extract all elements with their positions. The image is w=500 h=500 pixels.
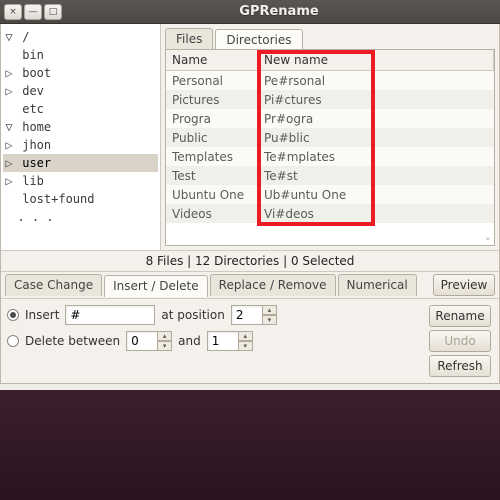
tree-item[interactable]: ▷ boot — [3, 64, 158, 82]
folder-tree[interactable]: ▽ / bin ▷ boot ▷ dev etc ▽ home ▷ jhon ▷… — [1, 24, 161, 250]
preview-button[interactable]: Preview — [433, 274, 495, 296]
tree-twisty-icon[interactable] — [3, 192, 15, 206]
cell-name: Templates — [166, 150, 258, 164]
spinner-up-icon[interactable]: ▴ — [263, 305, 277, 315]
tree-item[interactable]: ▽ home — [3, 118, 158, 136]
tree-twisty-icon[interactable]: ▽ — [3, 120, 15, 134]
tree-item[interactable]: lost+found — [3, 190, 158, 208]
tree-twisty-icon[interactable]: ▷ — [3, 66, 15, 80]
spinner-up-icon[interactable]: ▴ — [239, 331, 253, 341]
tree-item[interactable]: ▷ jhon — [3, 136, 158, 154]
tree-item[interactable]: ▷ dev — [3, 82, 158, 100]
position-spinner[interactable]: ▴▾ — [231, 305, 277, 325]
cell-name: Ubuntu One — [166, 188, 258, 202]
tab-insert-delete[interactable]: Insert / Delete — [104, 275, 208, 297]
cell-newname: Te#mplates — [258, 150, 494, 164]
tree-more: . . . — [3, 208, 158, 226]
window-unknown-button[interactable]: × — [4, 4, 22, 20]
window-minimize-button[interactable]: — — [24, 4, 42, 20]
cell-newname: Pi#ctures — [258, 93, 494, 107]
rename-button[interactable]: Rename — [429, 305, 491, 327]
spinner-up-icon[interactable]: ▴ — [158, 331, 172, 341]
cell-newname: Pu#blic — [258, 131, 494, 145]
tree-item[interactable]: ▷ lib — [3, 172, 158, 190]
column-header-newname[interactable]: New name — [258, 50, 494, 70]
tree-item[interactable]: ▽ / — [3, 28, 158, 46]
and-label: and — [178, 334, 201, 348]
tree-twisty-icon[interactable]: ▷ — [3, 174, 15, 188]
at-position-label: at position — [161, 308, 224, 322]
tree-twisty-icon[interactable] — [3, 48, 15, 62]
delete-to-input[interactable] — [207, 331, 239, 351]
tree-twisty-icon[interactable] — [3, 102, 15, 116]
table-row[interactable]: TestTe#st — [166, 166, 494, 185]
scroll-corner-icon: ⌄ — [484, 232, 492, 243]
tree-twisty-icon[interactable]: ▷ — [3, 138, 15, 152]
cell-newname: Pe#rsonal — [258, 74, 494, 88]
tab-files[interactable]: Files — [165, 28, 213, 49]
cell-name: Videos — [166, 207, 258, 221]
list-tabs: Files Directories — [161, 24, 499, 49]
window-title: GPRename — [62, 4, 496, 19]
delete-label: Delete between — [25, 334, 120, 348]
table-row[interactable]: PersonalPe#rsonal — [166, 71, 494, 90]
cell-name: Test — [166, 169, 258, 183]
column-header-name[interactable]: Name — [166, 50, 258, 70]
spinner-down-icon[interactable]: ▾ — [239, 341, 253, 351]
refresh-button[interactable]: Refresh — [429, 355, 491, 377]
undo-button[interactable]: Undo — [429, 330, 491, 352]
table-row[interactable]: TemplatesTe#mplates — [166, 147, 494, 166]
titlebar: × — □ GPRename — [0, 0, 500, 24]
insert-radio[interactable] — [7, 309, 19, 321]
tab-directories[interactable]: Directories — [215, 29, 302, 50]
tree-item[interactable]: etc — [3, 100, 158, 118]
cell-name: Public — [166, 131, 258, 145]
cell-name: Progra — [166, 112, 258, 126]
delete-from-spinner[interactable]: ▴▾ — [126, 331, 172, 351]
delete-from-input[interactable] — [126, 331, 158, 351]
status-line: 8 Files | 12 Directories | 0 Selected — [1, 251, 499, 272]
tab-numerical[interactable]: Numerical — [338, 274, 417, 296]
window-maximize-button[interactable]: □ — [44, 4, 62, 20]
file-table[interactable]: Name New name PersonalPe#rsonalPicturesP… — [165, 49, 495, 246]
app-frame: ▽ / bin ▷ boot ▷ dev etc ▽ home ▷ jhon ▷… — [0, 24, 500, 384]
table-row[interactable]: PublicPu#blic — [166, 128, 494, 147]
table-row[interactable]: PicturesPi#ctures — [166, 90, 494, 109]
delete-radio[interactable] — [7, 335, 19, 347]
spinner-down-icon[interactable]: ▾ — [263, 315, 277, 325]
table-row[interactable]: PrograPr#ogra — [166, 109, 494, 128]
delete-to-spinner[interactable]: ▴▾ — [207, 331, 253, 351]
position-input[interactable] — [231, 305, 263, 325]
cell-newname: Te#st — [258, 169, 494, 183]
table-row[interactable]: VideosVi#deos — [166, 204, 494, 223]
tab-case-change[interactable]: Case Change — [5, 274, 102, 296]
cell-newname: Pr#ogra — [258, 112, 494, 126]
cell-newname: Ub#untu One — [258, 188, 494, 202]
insert-text-input[interactable] — [65, 305, 155, 325]
cell-name: Personal — [166, 74, 258, 88]
insert-label: Insert — [25, 308, 59, 322]
cell-name: Pictures — [166, 93, 258, 107]
table-row[interactable]: Ubuntu OneUb#untu One — [166, 185, 494, 204]
tree-item[interactable]: bin — [3, 46, 158, 64]
spinner-down-icon[interactable]: ▾ — [158, 341, 172, 351]
tab-replace-remove[interactable]: Replace / Remove — [210, 274, 336, 296]
tree-twisty-icon[interactable]: ▽ — [3, 30, 15, 44]
tree-twisty-icon[interactable]: ▷ — [3, 156, 15, 170]
cell-newname: Vi#deos — [258, 207, 494, 221]
tree-twisty-icon[interactable]: ▷ — [3, 84, 15, 98]
tree-item[interactable]: ▷ user — [3, 154, 158, 172]
